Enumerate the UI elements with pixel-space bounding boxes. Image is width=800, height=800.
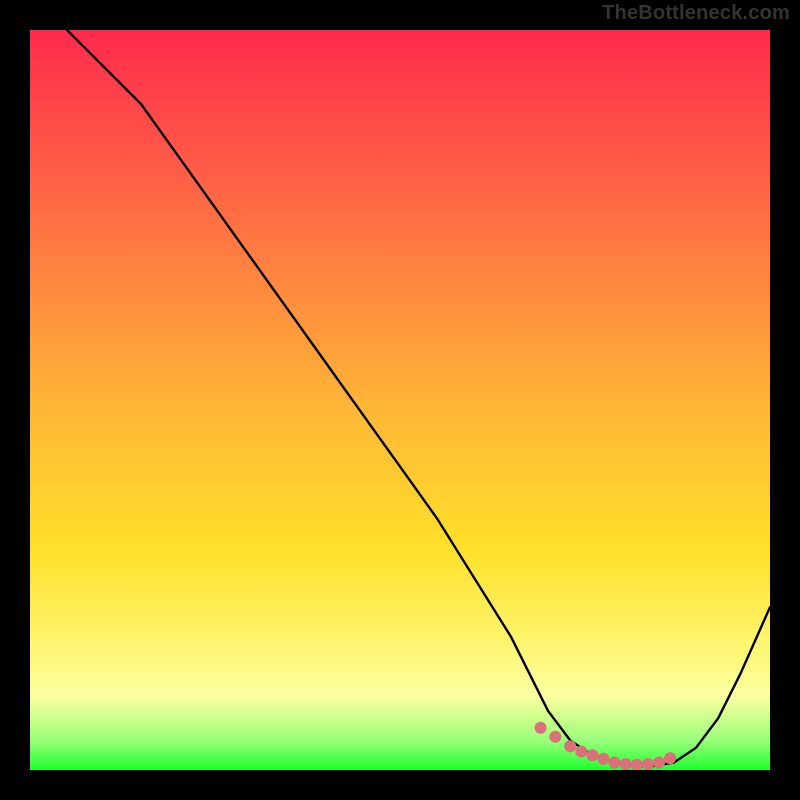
plot-area — [30, 30, 770, 770]
sweet-spot-dot — [609, 757, 621, 769]
sweet-spot-dot — [598, 753, 610, 765]
sweet-spot-dot — [620, 758, 632, 770]
sweet-spot-dot — [631, 759, 643, 770]
sweet-spot-dot — [653, 757, 665, 769]
sweet-spot-markers — [535, 722, 677, 770]
sweet-spot-dot — [586, 749, 598, 761]
sweet-spot-dot — [575, 746, 587, 758]
curve-overlay — [30, 30, 770, 770]
attribution-label: TheBottleneck.com — [602, 2, 790, 25]
sweet-spot-dot — [535, 722, 547, 734]
sweet-spot-dot — [549, 731, 561, 743]
sweet-spot-dot — [642, 758, 654, 770]
bottleneck-curve — [67, 30, 770, 766]
sweet-spot-dot — [564, 740, 576, 752]
chart-frame: TheBottleneck.com — [0, 0, 800, 800]
sweet-spot-dot — [664, 752, 676, 764]
